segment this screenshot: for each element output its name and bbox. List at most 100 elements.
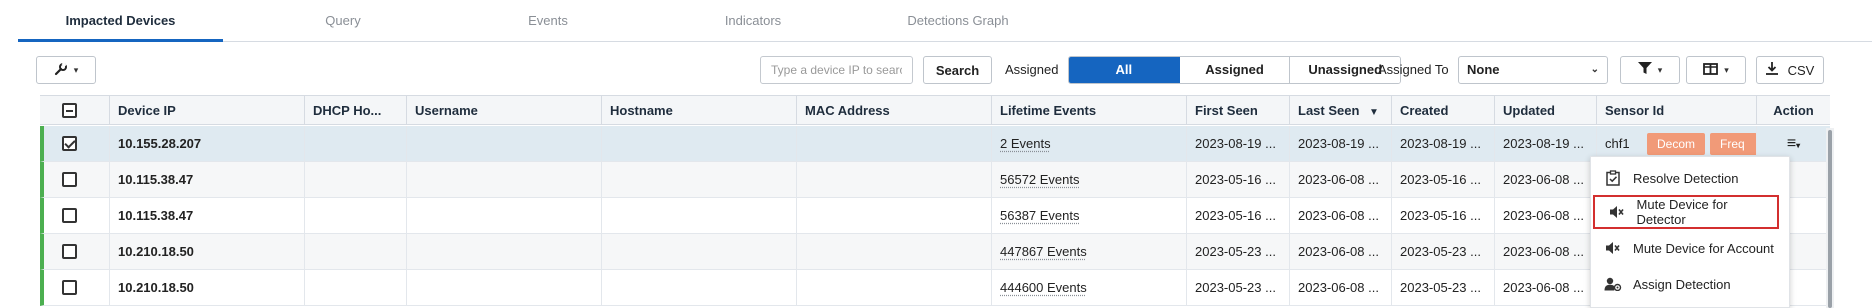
chevron-down-icon: ⌄ (1590, 64, 1599, 75)
sensor-id-value: chf1 (1605, 136, 1630, 151)
dhcp-cell (305, 162, 407, 197)
row-checkbox[interactable] (62, 280, 77, 295)
lifetime-events-link[interactable]: 444600 Events (1000, 280, 1087, 295)
col-username[interactable]: Username (407, 96, 602, 125)
lifetime-events-link[interactable]: 56387 Events (1000, 208, 1080, 223)
lifetime-events-cell: 56387 Events (992, 198, 1187, 233)
table-row[interactable]: 10.115.38.47 56387 Events 2023-05-16 ...… (40, 198, 1830, 234)
columns-icon (1703, 62, 1719, 78)
table-row[interactable]: 10.210.18.50 444600 Events 2023-05-23 ..… (40, 270, 1830, 306)
device-ip-cell: 10.210.18.50 (110, 234, 305, 269)
search-button[interactable]: Search (923, 56, 992, 84)
wrench-icon (54, 61, 68, 79)
action-menu-button[interactable]: ≡▾ (1787, 135, 1800, 152)
device-ip-cell: 10.155.28.207 (110, 126, 305, 161)
lifetime-events-cell: 444600 Events (992, 270, 1187, 305)
col-mac-address[interactable]: MAC Address (797, 96, 992, 125)
last-seen-cell: 2023-06-08 ... (1290, 198, 1392, 233)
assigned-to-select[interactable]: None ⌄ (1458, 56, 1608, 84)
tools-menu-button[interactable]: ▾ (36, 56, 96, 84)
user-assign-icon (1603, 277, 1623, 291)
csv-export-button[interactable]: CSV (1756, 56, 1824, 84)
col-sensor-id[interactable]: Sensor Id (1597, 96, 1757, 125)
lifetime-events-cell: 447867 Events (992, 234, 1187, 269)
updated-cell: 2023-06-08 ... (1495, 270, 1597, 305)
col-action: Action (1773, 103, 1814, 118)
lifetime-events-cell: 56572 Events (992, 162, 1187, 197)
row-checkbox[interactable] (62, 244, 77, 259)
filter-menu-button[interactable]: ▾ (1620, 56, 1680, 84)
mute-icon (1603, 241, 1623, 255)
select-all-checkbox[interactable] (62, 103, 77, 118)
updated-cell: 2023-06-08 ... (1495, 162, 1597, 197)
tag-badge[interactable]: Freq (1710, 133, 1756, 155)
filter-all[interactable]: All (1069, 57, 1180, 83)
row-checkbox[interactable] (62, 208, 77, 223)
table-row[interactable]: 10.115.38.47 56572 Events 2023-05-16 ...… (40, 162, 1830, 198)
menu-item-label: Resolve Detection (1633, 170, 1739, 186)
mac-cell (797, 162, 992, 197)
col-updated[interactable]: Updated (1495, 96, 1597, 125)
menu-item-mute-device-for-detector[interactable]: Mute Device for Detector (1593, 195, 1779, 229)
lifetime-events-link[interactable]: 2 Events (1000, 136, 1051, 151)
col-last-seen-label: Last Seen (1298, 103, 1360, 118)
chevron-down-icon: ▾ (73, 64, 79, 75)
dhcp-cell (305, 126, 407, 161)
device-ip-search-input[interactable] (760, 56, 913, 84)
tag-badge[interactable]: Decom (1647, 133, 1705, 155)
csv-label: CSV (1787, 62, 1815, 78)
lifetime-events-cell: 2 Events (992, 126, 1187, 161)
sort-desc-icon: ▼ (1369, 107, 1379, 118)
col-hostname[interactable]: Hostname (602, 96, 797, 125)
device-ip-cell: 10.115.38.47 (110, 162, 305, 197)
menu-item-mute-device-for-account[interactable]: Mute Device for Account (1591, 231, 1791, 265)
username-cell (407, 234, 602, 269)
col-lifetime-events[interactable]: Lifetime Events (992, 96, 1187, 125)
lifetime-events-link[interactable]: 56572 Events (1000, 172, 1080, 187)
menu-item-resolve-detection[interactable]: Resolve Detection (1591, 161, 1791, 195)
action-dropdown-menu: Resolve Detection Mute Device for Detect… (1590, 156, 1790, 308)
first-seen-cell: 2023-05-23 ... (1187, 234, 1290, 269)
created-cell: 2023-08-19 ... (1392, 126, 1495, 161)
select-all-cell (40, 96, 110, 125)
mute-icon (1607, 205, 1627, 219)
mac-cell (797, 270, 992, 305)
device-ip-cell: 10.210.18.50 (110, 270, 305, 305)
lifetime-events-link[interactable]: 447867 Events (1000, 244, 1087, 259)
tab-impacted-devices[interactable]: Impacted Devices (18, 0, 223, 42)
columns-menu-button[interactable]: ▾ (1686, 56, 1746, 84)
created-cell: 2023-05-16 ... (1392, 162, 1495, 197)
row-checkbox[interactable] (62, 172, 77, 187)
row-select-cell (44, 198, 110, 233)
username-cell (407, 126, 602, 161)
first-seen-cell: 2023-05-16 ... (1187, 162, 1290, 197)
menu-item-assign-detection[interactable]: Assign Detection (1591, 267, 1791, 301)
col-created[interactable]: Created (1392, 96, 1495, 125)
col-last-seen[interactable]: Last Seen ▼ (1290, 96, 1392, 125)
col-first-seen[interactable]: First Seen (1187, 96, 1290, 125)
toolbar: ▾ Search Assigned All Assigned Unassigne… (0, 50, 1872, 90)
first-seen-cell: 2023-08-19 ... (1187, 126, 1290, 161)
menu-item-label: Assign Detection (1633, 276, 1731, 292)
tab-detections-graph[interactable]: Detections Graph (858, 0, 1058, 42)
tab-indicators[interactable]: Indicators (653, 0, 853, 42)
created-cell: 2023-05-23 ... (1392, 270, 1495, 305)
hostname-cell (602, 270, 797, 305)
updated-cell: 2023-06-08 ... (1495, 234, 1597, 269)
dhcp-cell (305, 198, 407, 233)
assigned-label: Assigned (1005, 62, 1059, 77)
filter-assigned[interactable]: Assigned (1179, 57, 1291, 83)
col-dhcp-hostname[interactable]: DHCP Ho... (305, 96, 407, 125)
assigned-to-label: Assigned To (1378, 62, 1449, 77)
row-checkbox[interactable] (62, 136, 77, 151)
mac-cell (797, 198, 992, 233)
col-device-ip[interactable]: Device IP (110, 96, 305, 125)
clipboard-check-icon (1603, 170, 1623, 186)
table-scrollbar-thumb[interactable] (1828, 130, 1832, 308)
table-row[interactable]: 10.210.18.50 447867 Events 2023-05-23 ..… (40, 234, 1830, 270)
tab-query[interactable]: Query (243, 0, 443, 42)
dhcp-cell (305, 270, 407, 305)
devices-table: Device IP DHCP Ho... Username Hostname M… (36, 95, 1830, 308)
table-row[interactable]: 10.155.28.207 2 Events 2023-08-19 ... 20… (40, 126, 1830, 162)
tab-events[interactable]: Events (448, 0, 648, 42)
